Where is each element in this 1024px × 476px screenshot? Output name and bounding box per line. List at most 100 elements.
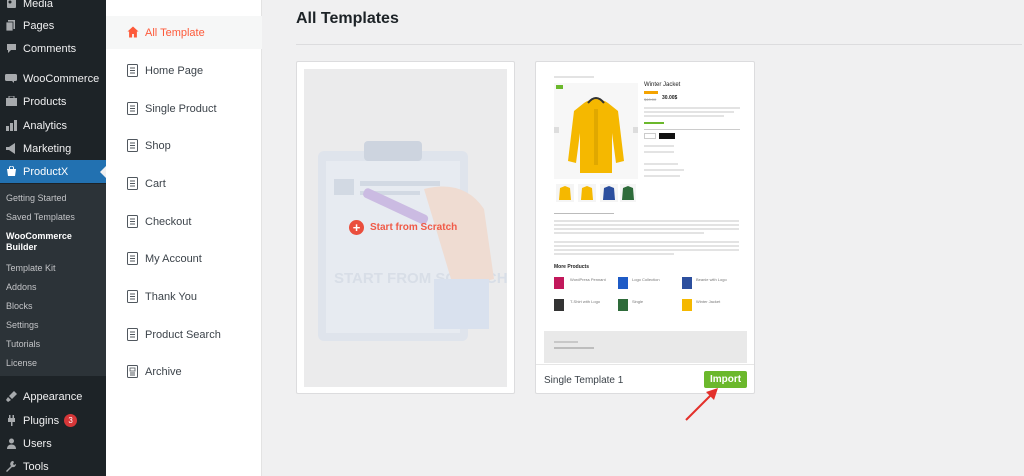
card-divider — [536, 364, 754, 365]
menu-item-marketing[interactable]: Marketing — [0, 137, 106, 160]
category-label: Archive — [145, 365, 182, 378]
template-category-panel: All Template Home Page Single Product Sh… — [106, 0, 262, 476]
woocommerce-icon — [5, 73, 17, 85]
menu-item-label: Users — [23, 437, 52, 450]
category-all-template[interactable]: All Template — [106, 16, 262, 49]
appearance-icon — [5, 391, 17, 403]
menu-item-label: Pages — [23, 19, 55, 32]
product-thumb-icon — [682, 277, 692, 289]
category-archive[interactable]: Archive — [106, 355, 262, 388]
menu-item-plugins[interactable]: Plugins 3 — [0, 409, 106, 432]
preview-footer-line — [554, 341, 578, 343]
comments-icon — [5, 43, 17, 55]
submenu-tutorials[interactable]: Tutorials — [6, 339, 40, 350]
templates-main: All Templates START FROM SCRATCH + Start… — [262, 0, 1024, 476]
submenu-settings[interactable]: Settings — [6, 320, 39, 331]
preview-footer-line — [554, 347, 594, 349]
menu-item-products[interactable]: Products — [0, 90, 106, 113]
users-icon — [5, 438, 17, 450]
page-icon — [127, 139, 139, 152]
category-my-account[interactable]: My Account — [106, 242, 262, 275]
related-product-name: T-Shirt with Logo — [570, 299, 601, 304]
preview-meta — [644, 175, 680, 177]
menu-item-label: Products — [23, 95, 67, 108]
product-thumb-icon — [554, 299, 564, 311]
page-icon — [127, 328, 139, 341]
preview-stock — [644, 122, 664, 124]
start-from-scratch-card[interactable]: START FROM SCRATCH + Start from Scratch — [296, 61, 515, 394]
submenu-addons[interactable]: Addons — [6, 282, 37, 293]
divider — [296, 44, 1022, 45]
category-cart[interactable]: Cart — [106, 167, 262, 200]
admin-sidebar: Media Pages Comments WooCommerce Product… — [0, 0, 106, 476]
menu-item-media[interactable]: Media — [0, 0, 106, 15]
submenu-saved-templates[interactable]: Saved Templates — [6, 212, 75, 223]
category-label: Single Product — [145, 102, 217, 115]
products-icon — [5, 96, 17, 108]
template-card[interactable]: Winter Jacket $40.00 30.00$ More Product… — [535, 61, 755, 394]
menu-item-pages[interactable]: Pages — [0, 14, 106, 37]
submenu-getting-started[interactable]: Getting Started — [6, 193, 67, 204]
preview-meta — [644, 151, 674, 153]
product-thumb-icon — [618, 299, 628, 311]
preview-meta — [644, 163, 678, 165]
menu-item-label: WooCommerce — [23, 72, 100, 85]
preview-add-to-cart — [659, 133, 675, 139]
preview-divider — [644, 129, 740, 130]
menu-item-productx[interactable]: ProductX — [0, 160, 106, 183]
category-single-product[interactable]: Single Product — [106, 92, 262, 125]
menu-item-users[interactable]: Users — [0, 432, 106, 455]
media-icon — [5, 0, 17, 10]
menu-item-analytics[interactable]: Analytics — [0, 114, 106, 137]
page-icon — [127, 102, 139, 115]
page-icon — [127, 252, 139, 265]
category-thank-you[interactable]: Thank You — [106, 280, 262, 313]
category-checkout[interactable]: Checkout — [106, 205, 262, 238]
category-label: Checkout — [145, 215, 192, 228]
productx-submenu: Getting Started Saved Templates WooComme… — [0, 184, 106, 376]
preview-qty — [644, 133, 656, 139]
category-product-search[interactable]: Product Search — [106, 318, 262, 351]
preview-desc-line — [644, 115, 724, 117]
preview-breadcrumb — [554, 76, 594, 78]
productx-icon — [5, 166, 17, 178]
submenu-woocommerce-builder[interactable]: WooCommerce Builder — [6, 231, 96, 253]
preview-product-title: Winter Jacket — [644, 82, 681, 88]
submenu-template-kit[interactable]: Template Kit — [6, 263, 56, 274]
category-shop[interactable]: Shop — [106, 129, 262, 162]
preview-desc-line — [644, 107, 740, 109]
page-icon — [127, 290, 139, 303]
submenu-blocks[interactable]: Blocks — [6, 301, 33, 312]
product-thumb-icon — [554, 277, 564, 289]
start-from-scratch-button[interactable]: + Start from Scratch — [349, 220, 457, 235]
template-preview: Winter Jacket $40.00 30.00$ More Product… — [544, 69, 747, 363]
menu-item-label: Marketing — [23, 142, 72, 155]
category-label: Thank You — [145, 290, 197, 303]
related-product-name: Logo Collection — [632, 277, 660, 282]
preview-paragraph — [554, 232, 704, 234]
preview-paragraph — [554, 245, 739, 247]
preview-meta — [644, 145, 674, 147]
plugins-update-badge: 3 — [64, 414, 78, 427]
menu-item-tools[interactable]: Tools — [0, 455, 106, 476]
page-title: All Templates — [296, 10, 399, 27]
archive-icon — [127, 365, 139, 378]
menu-item-comments[interactable]: Comments — [0, 37, 106, 60]
menu-item-label: Plugins — [23, 414, 60, 427]
menu-item-woocommerce[interactable]: WooCommerce — [0, 67, 106, 90]
preview-paragraph — [554, 220, 739, 222]
preview-paragraph — [554, 253, 674, 255]
menu-item-label: Analytics — [23, 119, 68, 132]
preview-old-price: $40.00 — [644, 97, 657, 102]
category-home-page[interactable]: Home Page — [106, 54, 262, 87]
menu-item-appearance[interactable]: Appearance — [0, 385, 106, 408]
category-label: Shop — [145, 139, 171, 152]
plugins-icon — [5, 415, 17, 427]
rating-stars-icon — [644, 91, 658, 94]
page-icon — [127, 64, 139, 77]
menu-item-label: Comments — [23, 42, 77, 55]
preview-paragraph — [554, 249, 739, 251]
submenu-license[interactable]: License — [6, 358, 37, 369]
category-label: Product Search — [145, 328, 221, 341]
related-products-grid: WordPress Pennant Logo Collection Beanie… — [554, 277, 744, 327]
